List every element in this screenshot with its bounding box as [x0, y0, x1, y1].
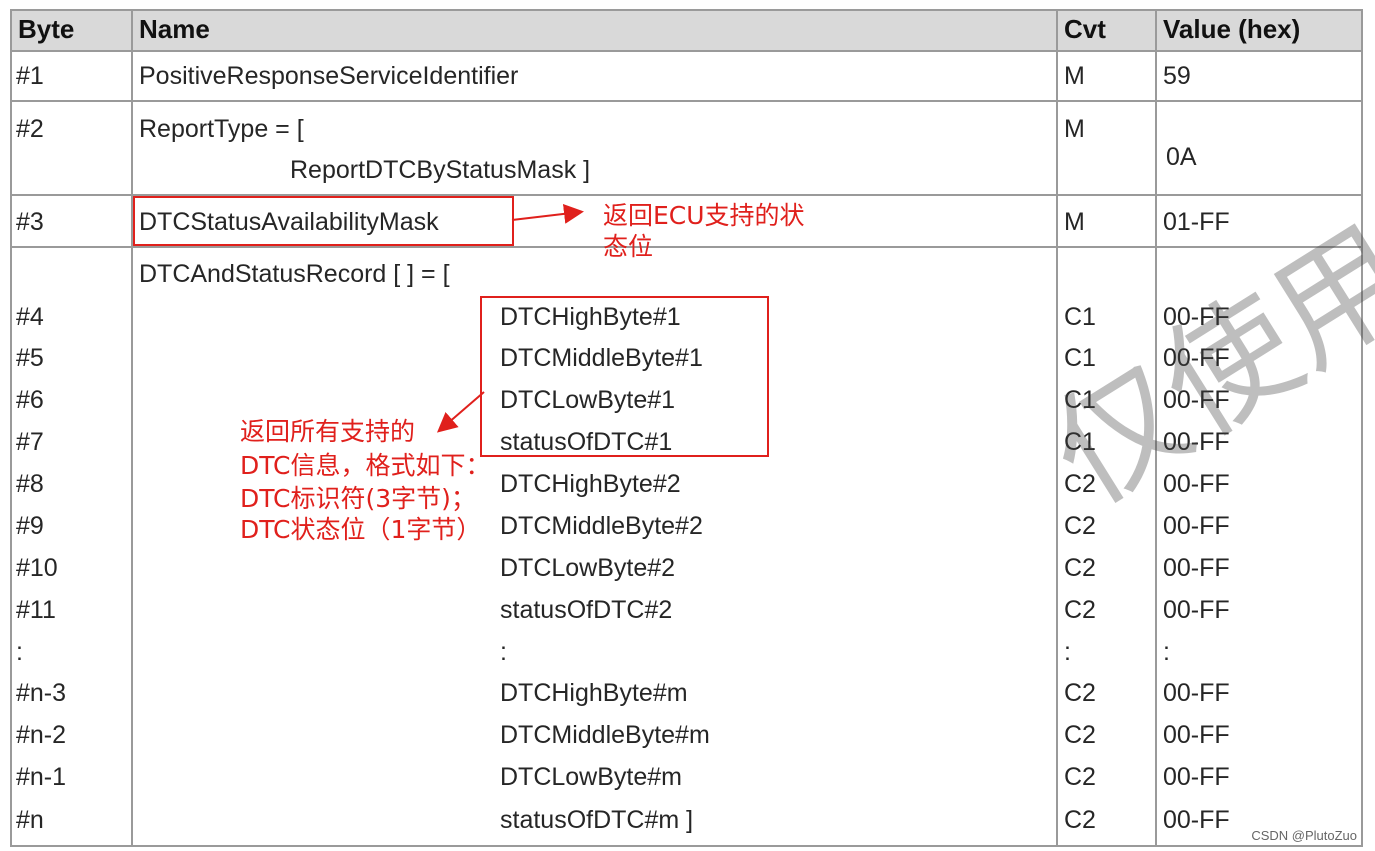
header-name: Name [139, 14, 210, 44]
dtc-note-line3: DTC标识符(3字节)； [240, 484, 476, 513]
record-byte: #10 [16, 554, 58, 582]
row2-name-continued: ReportDTCByStatusMask ] [290, 156, 591, 184]
source-credit: CSDN @PlutoZuo [1251, 828, 1357, 843]
ecu-note-line1: 返回ECU支持的状 [603, 201, 805, 230]
dtc-note-line2: DTC信息，格式如下： [240, 451, 491, 480]
table-border-left [10, 9, 12, 847]
record-value: 00-FF [1163, 721, 1230, 749]
column-divider [131, 9, 133, 847]
row-divider [10, 246, 1363, 248]
row3-value: 01-FF [1163, 208, 1230, 236]
record-byte: #n-2 [16, 721, 67, 749]
record-name: DTCMiddleByte#m [500, 721, 710, 749]
record-cvt: C2 [1064, 554, 1096, 582]
ecu-note-line2: 态位 [603, 232, 654, 261]
record-name: DTCMiddleByte#2 [500, 512, 703, 540]
record-name: DTCLowByte#2 [500, 554, 676, 582]
record-value: 00-FF [1163, 512, 1230, 540]
record-value: 00-FF [1163, 806, 1230, 834]
row1-cvt: M [1064, 62, 1085, 90]
row3-cvt: M [1064, 208, 1085, 236]
row2-cvt: M [1064, 115, 1085, 143]
record-name: : [500, 638, 507, 666]
record-cvt: C2 [1064, 721, 1096, 749]
dtc-note-arrow [436, 391, 485, 433]
record-value: 00-FF [1163, 596, 1230, 624]
row-divider [10, 50, 1363, 52]
record-name: DTCLowByte#m [500, 763, 682, 791]
record-cvt: C2 [1064, 806, 1096, 834]
dtc-note-line4: DTC状态位（1字节） [240, 515, 482, 544]
record-byte: #n [16, 806, 44, 834]
record-byte: #8 [16, 470, 44, 498]
row1-value: 59 [1163, 62, 1191, 90]
record-cvt: C1 [1064, 303, 1096, 331]
record-byte: #6 [16, 386, 44, 414]
record-cvt: C2 [1064, 763, 1096, 791]
record-name: DTCHighByte#2 [500, 470, 681, 498]
row3-byte: #3 [16, 208, 44, 236]
row2-name: ReportType = [ [139, 115, 304, 143]
record-cvt: C2 [1064, 596, 1096, 624]
header-cvt: Cvt [1064, 14, 1106, 44]
record-name: DTCHighByte#m [500, 679, 688, 707]
record-byte: #n-1 [16, 763, 67, 791]
table-border-bottom [10, 845, 1363, 847]
header-value: Value (hex) [1163, 14, 1301, 44]
record-name: statusOfDTC#2 [500, 596, 673, 624]
record-name: statusOfDTC#1 [500, 428, 673, 456]
record-name: DTCHighByte#1 [500, 303, 681, 331]
record-value: 00-FF [1163, 554, 1230, 582]
row3-name: DTCStatusAvailabilityMask [139, 208, 439, 236]
record-name: DTCMiddleByte#1 [500, 344, 703, 372]
record-title: DTCAndStatusRecord [ ] = [ [139, 260, 450, 288]
record-byte: #7 [16, 428, 44, 456]
row2-byte: #2 [16, 115, 44, 143]
record-byte: #4 [16, 303, 44, 331]
record-byte: #11 [16, 596, 56, 624]
table-border-top [10, 9, 1363, 11]
record-value: 00-FF [1163, 679, 1230, 707]
record-byte: #n-3 [16, 679, 67, 707]
record-name: statusOfDTC#m ] [500, 806, 694, 834]
row-divider [10, 100, 1363, 102]
record-cvt: C2 [1064, 679, 1096, 707]
record-byte: #5 [16, 344, 44, 372]
record-value: : [1163, 638, 1170, 666]
row2-value: 0A [1166, 143, 1197, 171]
record-name: DTCLowByte#1 [500, 386, 676, 414]
ecu-note-arrow [511, 203, 584, 224]
table-header-background [10, 10, 1362, 50]
record-byte: #9 [16, 512, 44, 540]
row1-byte: #1 [16, 62, 44, 90]
record-cvt: : [1064, 638, 1071, 666]
record-byte: : [16, 638, 23, 666]
record-value: 00-FF [1163, 763, 1230, 791]
row1-name: PositiveResponseServiceIdentifier [139, 62, 519, 90]
header-byte: Byte [18, 14, 75, 44]
table-border-right [1361, 9, 1363, 847]
dtc-note-line1: 返回所有支持的 [240, 417, 416, 446]
record-cvt: C2 [1064, 512, 1096, 540]
